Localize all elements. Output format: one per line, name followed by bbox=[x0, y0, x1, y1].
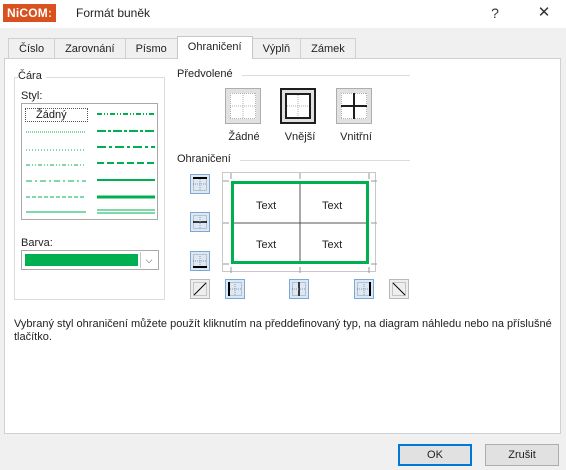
color-swatch bbox=[25, 254, 138, 266]
tab-ohraniceni[interactable]: Ohraničení bbox=[176, 36, 253, 59]
preview-cell-text: Text bbox=[322, 239, 343, 251]
hint-text: Vybraný styl ohraničení můžete použít kl… bbox=[14, 318, 552, 343]
border-inside-horizontal-button[interactable] bbox=[190, 212, 210, 232]
border-group-label: Ohraničení bbox=[177, 153, 235, 165]
border-top-button[interactable] bbox=[190, 174, 210, 194]
border-separator bbox=[240, 160, 410, 161]
border-inside-horizontal-icon bbox=[193, 215, 207, 229]
tab-strip: Číslo Zarovnání Písmo Ohraničení Výplň Z… bbox=[8, 36, 356, 59]
preset-inside-button[interactable] bbox=[336, 88, 372, 124]
border-left-icon bbox=[228, 282, 242, 296]
preset-none-label: Žádné bbox=[228, 131, 260, 143]
preview-cell-text: Text bbox=[256, 239, 277, 251]
color-label: Barva: bbox=[21, 237, 57, 249]
tab-vypln[interactable]: Výplň bbox=[251, 38, 302, 59]
border-inside-vertical-icon bbox=[292, 282, 306, 296]
border-right-icon bbox=[357, 282, 371, 296]
tab-zarovnani[interactable]: Zarovnání bbox=[54, 38, 126, 59]
preset-none-icon bbox=[230, 93, 256, 119]
border-bottom-button[interactable] bbox=[190, 251, 210, 271]
window-title: Formát buněk bbox=[76, 6, 151, 20]
presets-label: Předvolené bbox=[177, 68, 237, 80]
preset-none-button[interactable] bbox=[225, 88, 261, 124]
ok-button[interactable]: OK bbox=[398, 444, 472, 466]
line-group-label: Čára bbox=[18, 70, 46, 82]
app-logo: NiCOM: bbox=[3, 4, 57, 22]
border-inside-vertical-button[interactable] bbox=[289, 279, 309, 299]
chevron-down-icon[interactable]: ⌵ bbox=[140, 252, 157, 268]
style-label: Styl: bbox=[21, 90, 47, 102]
border-right-button[interactable] bbox=[354, 279, 374, 299]
preview-cell-text: Text bbox=[256, 200, 277, 212]
border-diagonal-up-button[interactable] bbox=[190, 279, 210, 299]
line-group-frame-bottom bbox=[14, 299, 165, 300]
close-button[interactable]: ✕ bbox=[531, 3, 557, 23]
preview-grid[interactable] bbox=[223, 173, 377, 273]
tab-zamek[interactable]: Zámek bbox=[300, 38, 356, 59]
tab-cislo[interactable]: Číslo bbox=[8, 38, 56, 59]
line-style-samples[interactable] bbox=[22, 104, 159, 221]
diagonal-down-icon bbox=[392, 282, 406, 296]
preset-outline-label: Vnější bbox=[284, 131, 316, 143]
line-group-frame-left bbox=[14, 77, 15, 299]
cancel-button[interactable]: Zrušit bbox=[485, 444, 559, 466]
line-group-frame-right bbox=[164, 77, 165, 299]
color-dropdown[interactable]: ⌵ bbox=[21, 250, 159, 270]
line-style-list[interactable]: Žádný bbox=[21, 103, 158, 220]
border-preview[interactable]: Text Text Text Text bbox=[222, 172, 377, 273]
border-top-icon bbox=[193, 177, 207, 191]
help-button[interactable]: ? bbox=[482, 3, 508, 23]
tab-pismo[interactable]: Písmo bbox=[124, 38, 178, 59]
preset-inside-label: Vnitřní bbox=[340, 131, 372, 143]
title-bar: NiCOM: Formát buněk ? ✕ bbox=[0, 0, 566, 28]
preset-inside-icon bbox=[341, 93, 367, 119]
border-bottom-icon bbox=[193, 254, 207, 268]
presets-separator bbox=[242, 75, 410, 76]
diagonal-up-icon bbox=[193, 282, 207, 296]
preview-cell-text: Text bbox=[322, 200, 343, 212]
border-diagonal-down-button[interactable] bbox=[389, 279, 409, 299]
preset-outline-icon bbox=[285, 93, 311, 119]
preset-outline-button[interactable] bbox=[280, 88, 316, 124]
border-left-button[interactable] bbox=[225, 279, 245, 299]
